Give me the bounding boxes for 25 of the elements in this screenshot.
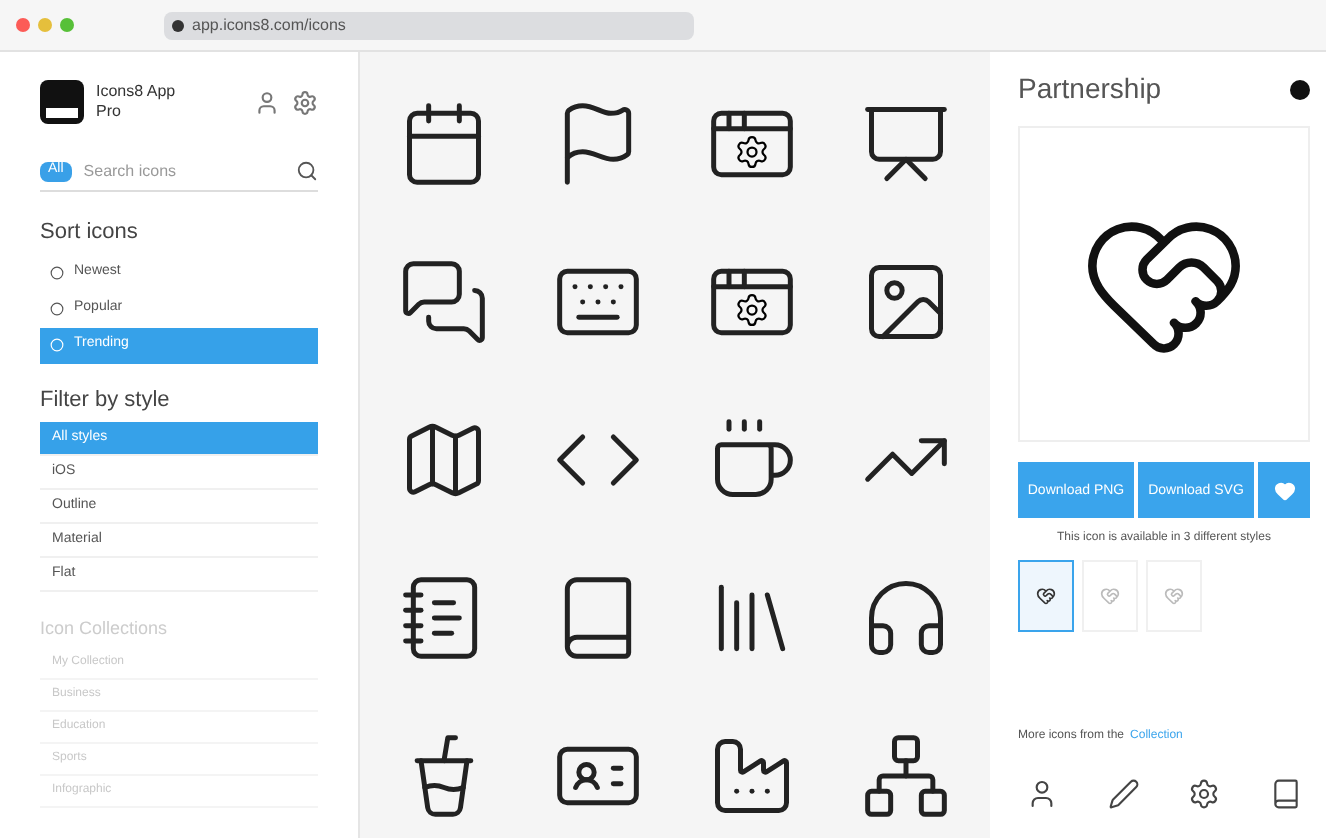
radio-icon	[50, 302, 64, 316]
heart-icon	[1273, 479, 1295, 501]
handshake-icon	[1100, 586, 1120, 606]
address-bar[interactable]: app.icons8.com/icons	[164, 11, 694, 39]
app-name: Icons8 App	[96, 82, 176, 102]
hierarchy-icon	[859, 730, 952, 822]
style-variant[interactable]	[1018, 560, 1074, 632]
gear-icon[interactable]	[1188, 778, 1221, 810]
section-heading: Filter by style	[40, 385, 172, 415]
favorite-button[interactable]	[1258, 462, 1310, 518]
pen-icon[interactable]	[1107, 778, 1140, 810]
app-plan: Pro	[96, 102, 123, 122]
handshake-icon	[1036, 586, 1056, 606]
user-icon[interactable]	[1026, 778, 1058, 810]
radio-icon	[50, 338, 64, 352]
detail-title: Partnership	[1018, 70, 1162, 108]
account-icon[interactable]	[254, 89, 280, 115]
chat-icon	[398, 256, 491, 348]
app-logo-icon	[40, 80, 84, 124]
search-icon[interactable]	[296, 160, 318, 182]
radio-icon	[50, 266, 64, 280]
handshake-icon	[1164, 586, 1184, 606]
section-heading: Sort icons	[40, 218, 140, 248]
book-icon[interactable]	[1269, 778, 1302, 810]
settings-icon[interactable]	[292, 89, 318, 115]
